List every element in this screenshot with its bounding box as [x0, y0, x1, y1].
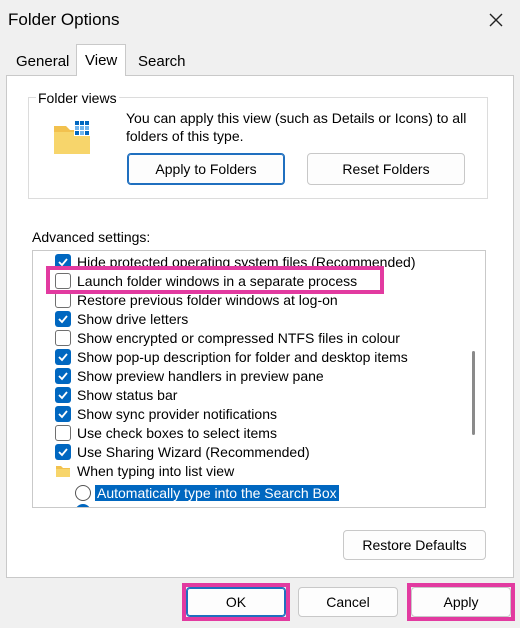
list-item[interactable]: Show drive letters [55, 309, 485, 328]
window-title: Folder Options [8, 10, 120, 29]
list-item-label: Use check boxes to select items [77, 424, 277, 441]
scrollbar-thumb[interactable] [472, 351, 475, 435]
advanced-settings-list[interactable]: Hide protected operating system files (R… [32, 250, 486, 508]
apply-to-folders-button[interactable]: Apply to Folders [127, 153, 285, 185]
list-item[interactable]: Restore previous folder windows at log-o… [55, 290, 485, 309]
checkbox-unchecked-icon[interactable] [55, 424, 71, 441]
list-item[interactable]: Use Sharing Wizard (Recommended) [55, 442, 485, 461]
list-item-label: Show sync provider notifications [77, 405, 277, 422]
close-icon[interactable] [482, 6, 510, 34]
list-item[interactable] [75, 502, 485, 507]
checkbox-checked-icon[interactable] [55, 253, 71, 270]
checkbox-checked-icon[interactable] [55, 310, 71, 327]
tab-general[interactable]: General [8, 50, 77, 74]
checkbox-checked-icon[interactable] [55, 443, 71, 460]
list-item-label: Show status bar [77, 386, 178, 403]
checkbox-unchecked-icon[interactable] [55, 291, 71, 308]
title-bar: Folder Options [0, 0, 520, 40]
folder-views-label: Folder views [36, 90, 119, 106]
advanced-settings-label: Advanced settings: [32, 229, 151, 245]
list-item[interactable]: Hide protected operating system files (R… [55, 252, 485, 271]
list-item-label: Launch folder windows in a separate proc… [77, 272, 358, 289]
list-item[interactable]: Show sync provider notifications [55, 404, 485, 423]
checkbox-checked-icon[interactable] [55, 405, 71, 422]
list-item-label: Restore previous folder windows at log-o… [77, 291, 338, 308]
list-item-label: Use Sharing Wizard (Recommended) [77, 443, 310, 460]
reset-folders-button[interactable]: Reset Folders [307, 153, 465, 185]
apply-button[interactable]: Apply [411, 587, 511, 617]
tab-view[interactable]: View [76, 44, 127, 76]
list-item-label: Show encrypted or compressed NTFS files … [77, 329, 400, 346]
folder-icon [55, 464, 71, 478]
list-item-group: When typing into list view [55, 461, 485, 480]
list-item[interactable]: Show status bar [55, 385, 485, 404]
list-item-label: Show drive letters [77, 310, 189, 327]
list-item-label: Hide protected operating system files (R… [77, 253, 416, 270]
list-item[interactable]: Show pop-up description for folder and d… [55, 347, 485, 366]
checkbox-checked-icon[interactable] [55, 348, 71, 365]
checkbox-checked-icon[interactable] [55, 386, 71, 403]
list-item-label: Show pop-up description for folder and d… [77, 348, 408, 365]
checkbox-unchecked-icon[interactable] [55, 272, 71, 289]
list-item[interactable]: Launch folder windows in a separate proc… [55, 271, 485, 290]
list-item[interactable]: Use check boxes to select items [55, 423, 485, 442]
folder-views-description: You can apply this view (such as Details… [126, 110, 467, 144]
ok-button[interactable]: OK [186, 587, 286, 617]
tab-search[interactable]: Search [130, 50, 194, 74]
list-item[interactable]: Show preview handlers in preview pane [55, 366, 485, 385]
list-item[interactable]: Automatically type into the Search Box [75, 483, 485, 502]
checkbox-checked-icon[interactable] [55, 367, 71, 384]
cancel-button[interactable]: Cancel [298, 587, 398, 617]
list-item-label: When typing into list view [77, 462, 235, 479]
radio-unselected-icon[interactable] [75, 484, 91, 501]
list-item[interactable]: Show encrypted or compressed NTFS files … [55, 328, 485, 347]
checkbox-unchecked-icon[interactable] [55, 329, 71, 346]
folder-view-icon [52, 118, 94, 161]
restore-defaults-button[interactable]: Restore Defaults [343, 530, 486, 560]
list-item-label: Show preview handlers in preview pane [77, 367, 324, 384]
radio-selected-icon[interactable] [75, 503, 91, 507]
list-item-label: Automatically type into the Search Box [95, 484, 339, 501]
tab-strip: General View Search [0, 44, 520, 76]
